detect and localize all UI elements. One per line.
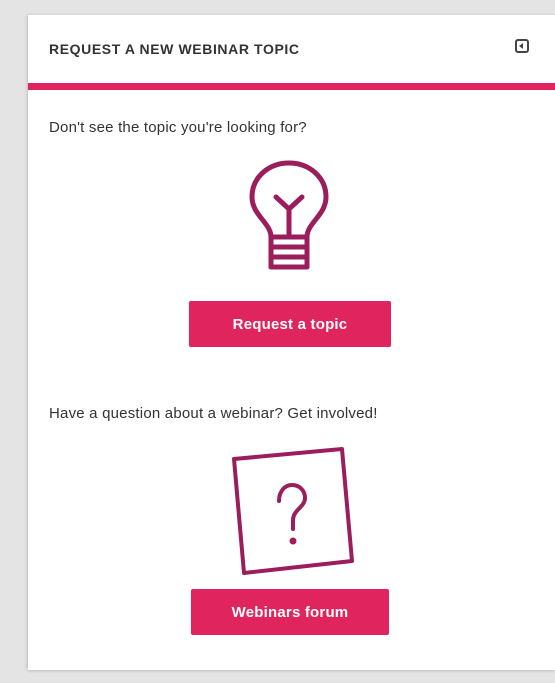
request-topic-prompt: Don't see the topic you're looking for? xyxy=(49,119,307,136)
question-mark-icon xyxy=(232,447,354,575)
collapse-left-icon[interactable] xyxy=(515,39,529,53)
panel-header: REQUEST A NEW WEBINAR TOPIC xyxy=(28,15,555,90)
request-topic-button[interactable]: Request a topic xyxy=(189,301,391,347)
webinar-topic-panel: REQUEST A NEW WEBINAR TOPIC Don't see th… xyxy=(28,15,555,670)
panel-title: REQUEST A NEW WEBINAR TOPIC xyxy=(49,41,300,57)
forum-prompt: Have a question about a webinar? Get inv… xyxy=(49,405,378,422)
lightbulb-icon xyxy=(249,160,329,270)
webinars-forum-button[interactable]: Webinars forum xyxy=(191,589,389,635)
